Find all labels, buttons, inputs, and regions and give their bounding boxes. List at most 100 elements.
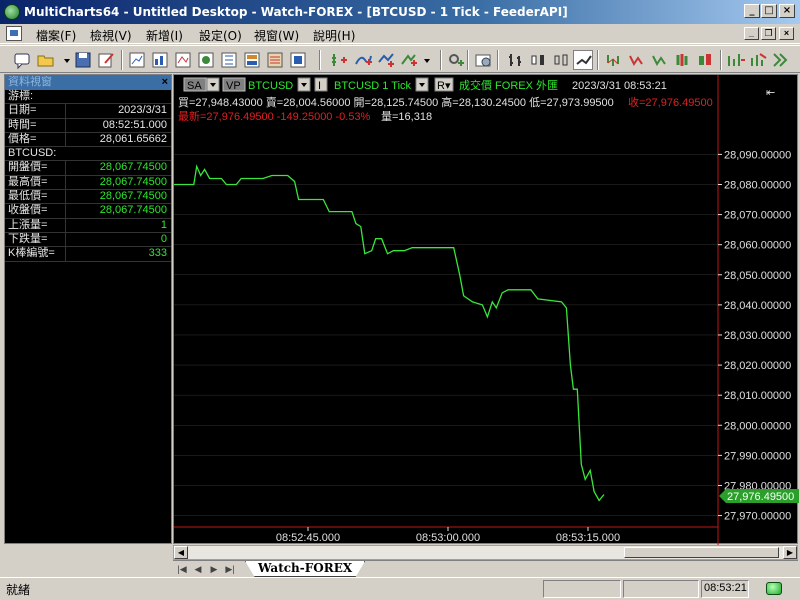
data-window-row: 最高價= 28,067.74500	[5, 175, 171, 191]
data-window-header[interactable]: 資料視窗 ×	[5, 75, 171, 90]
chart-icon[interactable]	[219, 50, 239, 70]
data-window-row-label: K棒編號=	[8, 247, 55, 260]
data-range-glyph: R▾	[437, 80, 451, 92]
y-tick-label: 28,070.00000	[724, 210, 791, 222]
menu-insert[interactable]: 新增(I)	[146, 27, 183, 44]
data-window-row-label: 最低價=	[8, 190, 48, 203]
zoom-icon[interactable]	[748, 50, 768, 70]
symbol-label: BTCUSD	[248, 80, 293, 92]
drawing-icon[interactable]	[353, 50, 373, 70]
data-window-row-value: 08:52:51.000	[102, 118, 167, 131]
scrollbar-thumb[interactable]	[624, 547, 779, 558]
line-type-icon[interactable]	[573, 50, 593, 70]
drawing-icon[interactable]	[376, 50, 396, 70]
data-window-row-label: 價格=	[8, 132, 37, 145]
scroll-right-button[interactable]: ▶	[783, 546, 797, 559]
status-field	[543, 580, 621, 598]
bar-type-icon[interactable]	[551, 50, 571, 70]
data-window-row-value: 28,067.74500	[99, 204, 167, 217]
zoom-icon[interactable]	[726, 50, 746, 70]
indicator-icon[interactable]	[399, 50, 419, 70]
menu-view[interactable]: 檢視(V)	[90, 27, 132, 44]
mdi-restore-button[interactable]: ❐	[761, 27, 776, 40]
settings-icon[interactable]	[473, 50, 493, 70]
mdi-close-button[interactable]: ×	[779, 27, 794, 40]
x-tick-label: 08:52:45.000	[276, 532, 340, 544]
bar-type-icon[interactable]	[626, 50, 646, 70]
data-window-panel: 資料視窗 × 游標: 日期= 2023/3/31 時間= 08:52:51.000 價格=…	[4, 74, 172, 544]
chart-panel[interactable]: SA VP BTCUSD I BTCUSD 1 Tick R▾ 成交價 FORE…	[173, 74, 799, 545]
zoom-icon[interactable]	[770, 50, 790, 70]
add-study-icon[interactable]	[329, 50, 349, 70]
data-window-row: K棒編號= 333	[5, 247, 171, 262]
y-tick-label: 28,090.00000	[724, 149, 791, 161]
bar-type-icon[interactable]	[672, 50, 692, 70]
menu-window[interactable]: 視窗(W)	[254, 27, 299, 44]
sa-button[interactable]: SA	[187, 80, 202, 92]
data-window-row-value: 28,067.74500	[99, 190, 167, 203]
horizontal-scrollbar[interactable]: ◀ ▶	[173, 545, 798, 560]
y-tick-label: 28,010.00000	[724, 390, 791, 402]
y-tick-label: 28,020.00000	[724, 360, 791, 372]
price-series-line	[174, 164, 605, 502]
toolbar-separator	[720, 50, 722, 70]
first-tab-icon[interactable]: |◀	[176, 563, 188, 575]
chart-icon[interactable]	[242, 50, 262, 70]
mdi-minimize-button[interactable]: _	[744, 27, 759, 40]
data-window-row: 收盤價= 28,067.74500	[5, 204, 171, 219]
scroll-left-button[interactable]: ◀	[174, 546, 188, 559]
expand-panel-icon[interactable]: ⇤	[766, 87, 775, 99]
status-bar: 就緒 08:53:21	[0, 577, 800, 600]
add-study-icon[interactable]	[446, 50, 466, 70]
next-tab-icon[interactable]: ▶	[208, 563, 220, 575]
chart-icon[interactable]	[173, 50, 193, 70]
open-folder-icon[interactable]	[36, 50, 56, 70]
status-time: 08:53:21	[704, 582, 747, 594]
chart-icon[interactable]	[196, 50, 216, 70]
data-window-row-label: 下跌量=	[8, 232, 48, 245]
chart-new-icon[interactable]	[127, 50, 147, 70]
comment-icon[interactable]	[12, 50, 32, 70]
y-tick-label: 28,030.00000	[724, 330, 791, 342]
y-tick-label: 28,060.00000	[724, 240, 791, 252]
close-icon[interactable]: ×	[162, 75, 168, 90]
bar-type-icon[interactable]	[695, 50, 715, 70]
last-tab-icon[interactable]: ▶|	[224, 563, 236, 575]
bar-type-icon[interactable]	[649, 50, 669, 70]
menu-settings[interactable]: 設定(O)	[199, 27, 242, 44]
data-window-rows: 游標: 日期= 2023/3/31 時間= 08:52:51.000 價格= 28,061.…	[5, 90, 171, 262]
bar-type-icon[interactable]	[528, 50, 548, 70]
dropdown-arrow-icon[interactable]	[420, 50, 440, 70]
document-icon[interactable]	[6, 26, 22, 41]
menu-file[interactable]: 檔案(F)	[36, 27, 76, 44]
app-logo-icon	[4, 4, 20, 20]
data-window-row-label: 最高價=	[8, 175, 48, 188]
data-window-row-value: 1	[160, 218, 167, 231]
close-button[interactable]: ×	[779, 4, 795, 18]
minimize-button[interactable]: _	[744, 4, 760, 18]
data-window-row-label: 日期=	[8, 104, 37, 117]
data-window-row-label: 開盤價=	[8, 161, 48, 174]
menu-bar: 檔案(F) 檢視(V) 新增(I) 設定(O) 視窗(W) 說明(H) _ ❐ …	[0, 24, 800, 44]
maximize-button[interactable]: □	[761, 4, 777, 18]
data-window-row: 日期= 2023/3/31	[5, 104, 171, 119]
bar-type-icon[interactable]	[603, 50, 623, 70]
data-window-row: 上漲量= 1	[5, 218, 171, 233]
save-icon[interactable]	[73, 50, 93, 70]
symbol-resolution: BTCUSD 1 Tick	[334, 80, 412, 92]
tab-watch-forex[interactable]: Watch-FOREX	[245, 561, 366, 577]
data-window-row: 開盤價= 28,067.74500	[5, 161, 171, 176]
toolbar-separator	[440, 50, 442, 70]
chart-icon[interactable]	[265, 50, 285, 70]
menu-help[interactable]: 說明(H)	[313, 27, 355, 44]
chart-icon[interactable]	[288, 50, 308, 70]
chart-icon[interactable]	[150, 50, 170, 70]
y-tick-label: 28,040.00000	[724, 300, 791, 312]
header-datetime: 2023/3/31 08:53:21	[572, 80, 667, 92]
data-window-row-value: 2023/3/31	[118, 104, 167, 117]
edit-icon[interactable]	[96, 50, 116, 70]
price-chart[interactable]: SA VP BTCUSD I BTCUSD 1 Tick R▾ 成交價 FORE…	[174, 75, 799, 545]
prev-tab-icon[interactable]: ◀	[192, 563, 204, 575]
vp-button[interactable]: VP	[226, 80, 241, 92]
bar-type-icon[interactable]	[505, 50, 525, 70]
